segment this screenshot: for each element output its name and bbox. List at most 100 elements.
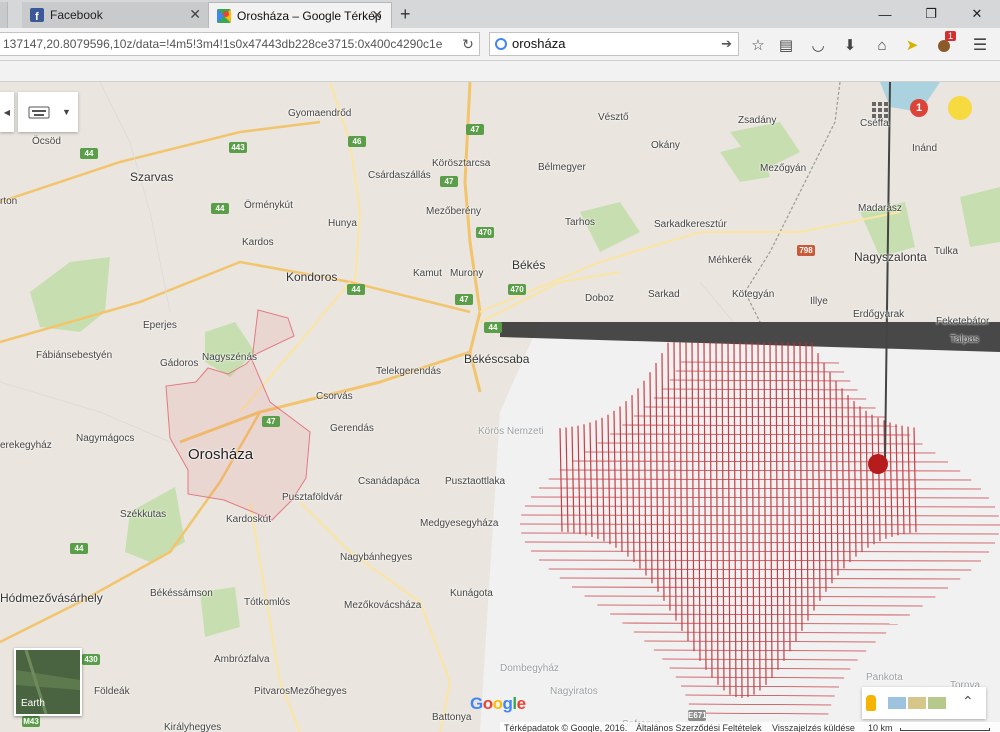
place-label[interactable]: Inánd: [912, 143, 937, 154]
place-label[interactable]: Madarász: [858, 203, 902, 214]
place-label[interactable]: Sarkad: [648, 289, 680, 300]
place-label[interactable]: Békéscsaba: [464, 352, 529, 366]
place-label[interactable]: Murony: [450, 268, 483, 279]
close-window-button[interactable]: ✕: [954, 0, 1000, 28]
place-label[interactable]: Medgyesegyháza: [420, 518, 498, 529]
download-icon[interactable]: ⬇: [840, 35, 860, 55]
place-label[interactable]: Királyhegyes: [164, 722, 221, 732]
place-label[interactable]: Hódmezővásárhely: [0, 591, 103, 605]
place-label[interactable]: Talpas: [950, 334, 979, 345]
place-label[interactable]: Székkutas: [120, 509, 166, 520]
menu-icon[interactable]: ☰: [970, 35, 990, 55]
place-label[interactable]: Kamut: [413, 268, 442, 279]
collapse-panel-icon[interactable]: ◀: [0, 92, 14, 132]
home-icon[interactable]: ⌂: [872, 35, 892, 55]
reading-list-icon[interactable]: ▤: [776, 35, 796, 55]
place-label[interactable]: Mezőkovácsháza: [344, 600, 421, 611]
place-label[interactable]: Pusztaottlaka: [445, 476, 505, 487]
place-label[interactable]: Tulka: [934, 246, 958, 257]
place-label[interactable]: Ambrózfalva: [214, 654, 270, 665]
place-label[interactable]: Örménykút: [244, 200, 293, 211]
place-label[interactable]: Nagyszénás: [202, 352, 257, 363]
bookmark-star-icon[interactable]: ☆: [748, 35, 768, 55]
place-label[interactable]: Mezőgyán: [760, 163, 806, 174]
place-label[interactable]: Csanádapáca: [358, 476, 420, 487]
place-label[interactable]: Pankota: [866, 672, 903, 683]
restore-button[interactable]: ❐: [908, 0, 954, 28]
place-label[interactable]: Orosháza: [188, 446, 253, 463]
tab-facebook[interactable]: f Facebook ✕: [22, 2, 210, 28]
place-label[interactable]: Gyomaendrőd: [288, 108, 351, 119]
place-label[interactable]: Erdőgyarak: [853, 309, 904, 320]
cursor-extension-icon[interactable]: ➤: [902, 35, 922, 55]
place-label[interactable]: Öcsöd: [32, 136, 61, 147]
place-label[interactable]: Csárdaszállás: [368, 170, 431, 181]
place-label[interactable]: Okány: [651, 140, 680, 151]
place-label[interactable]: rton: [0, 196, 17, 207]
map-canvas[interactable]: MesterszállásÖcsödGyomaendrődVésztőZsadá…: [0, 82, 1000, 732]
account-avatar[interactable]: [948, 96, 972, 120]
place-label[interactable]: Illye: [810, 296, 828, 307]
place-label[interactable]: Nagyiratos: [550, 686, 598, 697]
place-label[interactable]: Gádoros: [160, 358, 198, 369]
place-label[interactable]: Nagybánhegyes: [340, 552, 412, 563]
place-label[interactable]: Fábiánsebestyén: [36, 350, 112, 361]
place-label[interactable]: Kardoskút: [226, 514, 271, 525]
place-label[interactable]: Kötegyán: [732, 289, 774, 300]
place-label[interactable]: Körösztarcsa: [432, 158, 490, 169]
address-bar[interactable]: 137147,20.8079596,10z/data=!4m5!3m4!1s0x…: [0, 32, 480, 56]
place-label[interactable]: Tótkomlós: [244, 597, 290, 608]
search-input[interactable]: orosháza ➔: [489, 32, 739, 56]
place-label[interactable]: Sarkadkeresztúr: [654, 219, 727, 230]
place-label[interactable]: Pitvaros: [254, 686, 290, 697]
place-label[interactable]: Doboz: [585, 293, 614, 304]
place-label[interactable]: Szarvas: [130, 170, 173, 184]
place-label[interactable]: Földeák: [94, 686, 130, 697]
place-label[interactable]: erekegyház: [0, 440, 52, 451]
place-label[interactable]: Telekgerendás: [376, 366, 441, 377]
place-label[interactable]: Cséffa: [860, 118, 889, 129]
tab-oroshaza-google-maps[interactable]: Orosháza – Google Térkép ✕: [208, 2, 392, 28]
place-label[interactable]: Eperjes: [143, 320, 177, 331]
place-label[interactable]: Méhkerék: [708, 255, 752, 266]
search-go-icon[interactable]: ➔: [721, 33, 732, 55]
place-label[interactable]: Körös Nemzeti: [478, 426, 544, 437]
terms-link[interactable]: Általános Szerződési Feltételek: [636, 723, 762, 732]
place-label[interactable]: Kunágota: [450, 588, 493, 599]
place-label[interactable]: Hunya: [328, 218, 357, 229]
place-label[interactable]: Dombegyház: [500, 663, 559, 674]
input-tools-button[interactable]: ▼: [18, 92, 78, 132]
dropdown-arrow-icon[interactable]: ▼: [62, 107, 71, 117]
place-label[interactable]: Mezőberény: [426, 206, 481, 217]
extension-icon[interactable]: 1: [934, 31, 957, 55]
place-label[interactable]: Tarhos: [565, 217, 595, 228]
notifications-badge[interactable]: 1: [910, 99, 928, 117]
place-label[interactable]: Vésztő: [598, 112, 629, 123]
place-label[interactable]: Békéssámson: [150, 588, 213, 599]
pegman-icon[interactable]: [866, 695, 876, 711]
google-apps-icon[interactable]: [872, 102, 888, 118]
place-label[interactable]: Mezőhegyes: [290, 686, 347, 697]
place-label[interactable]: Kardos: [242, 237, 274, 248]
place-label[interactable]: Nagyszalonta: [854, 250, 927, 264]
imagery-thumbnail[interactable]: [888, 697, 906, 709]
place-label[interactable]: Kondoros: [286, 270, 337, 284]
terrain-thumbnail[interactable]: [908, 697, 926, 709]
feedback-link[interactable]: Visszajelzés küldése: [772, 723, 855, 732]
place-label[interactable]: Békés: [512, 258, 545, 272]
reload-icon[interactable]: ↻: [455, 32, 481, 56]
place-label[interactable]: Pusztaföldvár: [282, 492, 343, 503]
close-tab-icon[interactable]: ✕: [189, 6, 201, 23]
place-label[interactable]: Zsadány: [738, 115, 776, 126]
place-label[interactable]: Gerendás: [330, 423, 374, 434]
place-label[interactable]: Csorvás: [316, 391, 353, 402]
close-tab-icon[interactable]: ✕: [371, 7, 383, 24]
place-label[interactable]: Nagymágocs: [76, 433, 134, 444]
place-label[interactable]: Battonya: [432, 712, 471, 723]
earth-view-toggle[interactable]: Earth: [14, 648, 82, 716]
place-label[interactable]: Feketebátor: [936, 316, 989, 327]
new-tab-button[interactable]: +: [400, 4, 411, 25]
tab-partial[interactable]: [0, 2, 8, 28]
expand-up-icon[interactable]: ⌃: [962, 693, 974, 710]
minimize-button[interactable]: —: [862, 0, 908, 28]
